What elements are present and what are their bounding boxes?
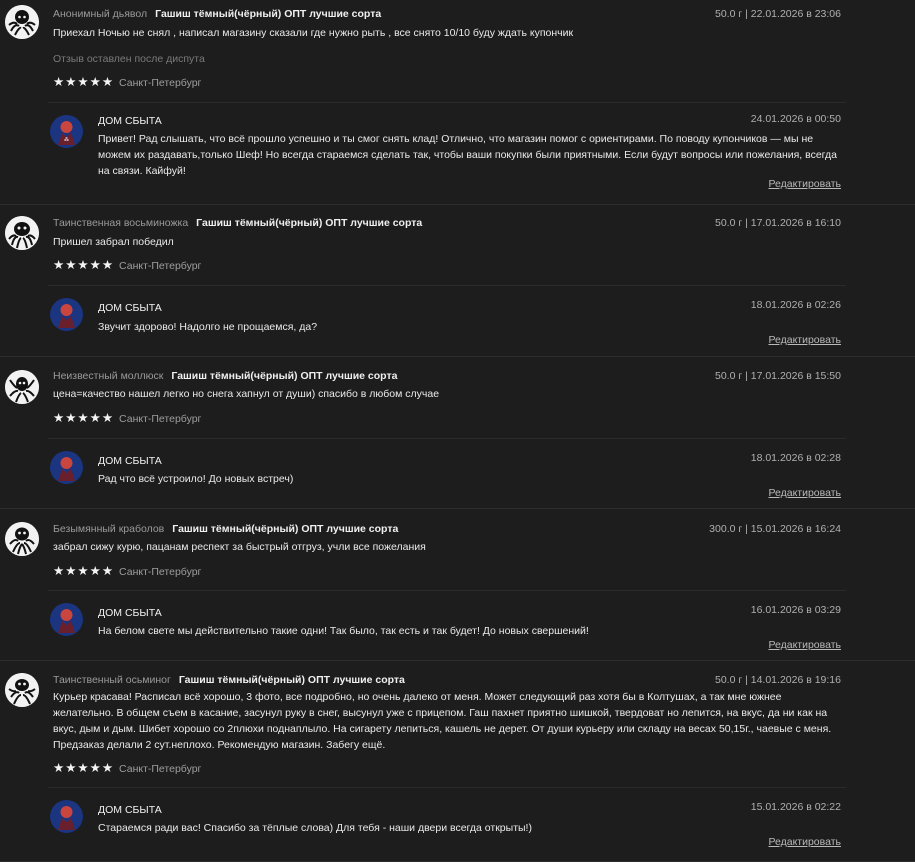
shop-name: ДОМ СБЫТА (98, 804, 162, 816)
shop-name: ДОМ СБЫТА (98, 302, 162, 314)
shop-reply: ДОМ СБЫТА 18.01.2026 в 02:26 Звучит здор… (48, 285, 846, 352)
review-product[interactable]: Гашиш тёмный(чёрный) ОПТ лучшие сорта (172, 523, 398, 535)
review-product[interactable]: Гашиш тёмный(чёрный) ОПТ лучшие сорта (171, 370, 397, 382)
edit-reply-link[interactable]: Редактировать (768, 638, 841, 652)
reply-text: Стараемся ради вас! Спасибо за тёплые сл… (98, 822, 532, 834)
shop-name: ДОМ СБЫТА (98, 455, 162, 467)
review-item: Безымянный краболов Гашиш тёмный(чёрный) … (0, 509, 915, 661)
octopus-avatar-icon (5, 673, 39, 707)
shop-avatar (50, 603, 83, 636)
reply-date: 16.01.2026 в 03:29 (750, 604, 841, 616)
shop-avatar: ⁂ (50, 115, 83, 148)
review-item: Анонимный дьявол Гашиш тёмный(чёрный) ОПТ… (0, 0, 915, 205)
octopus-avatar-icon (5, 216, 39, 250)
review-city: Санкт-Петербург (119, 260, 202, 272)
svg-text:⁂: ⁂ (64, 137, 69, 143)
review-city: Санкт-Петербург (119, 77, 202, 89)
review-dispute-note: Отзыв оставлен после диспута (53, 53, 205, 65)
octopus-avatar-icon (5, 522, 39, 556)
review-item: Таинственная восьминожка Гашиш тёмный(чёр… (0, 205, 915, 357)
shop-reply: ДОМ СБЫТА 18.01.2026 в 02:28 Рад что всё… (48, 438, 846, 503)
octopus-avatar-icon (5, 5, 39, 39)
review-product[interactable]: Гашиш тёмный(чёрный) ОПТ лучшие сорта (155, 8, 381, 20)
review-meta: 50.0 г | 17.01.2026 в 15:50 (715, 370, 841, 382)
review-meta: 50.0 г | 22.01.2026 в 23:06 (715, 8, 841, 20)
shop-name: ДОМ СБЫТА (98, 115, 162, 127)
reply-text: Рад что всё устроило! До новых встреч) (98, 473, 294, 485)
review-item: Неизвестный моллюск Гашиш тёмный(чёрный) … (0, 357, 915, 509)
review-product[interactable]: Гашиш тёмный(чёрный) ОПТ лучшие сорта (179, 674, 405, 686)
review-item: Таинственный осьминог Гашиш тёмный(чёрный… (0, 661, 915, 862)
star-rating-icon: ★★★★★ (53, 258, 115, 272)
review-rating: ★★★★★ Санкт-Петербург (53, 258, 201, 272)
review-city: Санкт-Петербург (119, 413, 202, 425)
star-rating-icon: ★★★★★ (53, 564, 115, 578)
review-author: Таинственная восьминожка (53, 217, 189, 229)
shop-name: ДОМ СБЫТА (98, 607, 162, 619)
reviews-list: Анонимный дьявол Гашиш тёмный(чёрный) ОПТ… (0, 0, 915, 862)
reply-date: 15.01.2026 в 02:22 (750, 801, 841, 813)
shop-avatar (50, 800, 83, 833)
star-rating-icon: ★★★★★ (53, 411, 115, 425)
reply-date: 18.01.2026 в 02:26 (750, 299, 841, 311)
edit-reply-link[interactable]: Редактировать (768, 177, 841, 191)
review-rating: ★★★★★ Санкт-Петербург (53, 411, 201, 425)
shop-avatar (50, 298, 83, 331)
shop-reply: ДОМ СБЫТА 15.01.2026 в 02:22 Стараемся р… (48, 787, 846, 854)
shop-avatar (50, 451, 83, 484)
review-meta: 50.0 г | 14.01.2026 в 19:16 (715, 674, 841, 686)
review-text: Курьер красава! Расписал всё хорошо, 3 ф… (53, 691, 832, 751)
review-author: Неизвестный моллюск (53, 370, 164, 382)
reply-date: 24.01.2026 в 00:50 (750, 113, 841, 125)
star-rating-icon: ★★★★★ (53, 761, 115, 775)
review-text: Приехал Ночью не снял , написал магазину… (53, 27, 574, 39)
octopus-avatar-icon (5, 370, 39, 404)
review-product[interactable]: Гашиш тёмный(чёрный) ОПТ лучшие сорта (196, 217, 422, 229)
review-text: цена=качество нашел легко но снега хапну… (53, 388, 440, 400)
review-rating: ★★★★★ Санкт-Петербург (53, 75, 201, 89)
review-text: забрал сижу курю, пацанам респект за быс… (53, 541, 426, 553)
edit-reply-link[interactable]: Редактировать (768, 835, 841, 849)
edit-reply-link[interactable]: Редактировать (768, 486, 841, 500)
review-city: Санкт-Петербург (119, 763, 202, 775)
review-author: Безымянный краболов (53, 523, 165, 535)
reply-text: Привет! Рад слышать, что всё прошло успе… (98, 133, 837, 177)
review-text: Пришел забрал победил (53, 236, 174, 248)
review-meta: 50.0 г | 17.01.2026 в 16:10 (715, 217, 841, 229)
shop-reply: ⁂ ДОМ СБЫТА 24.01.2026 в 00:50 Привет! Р… (48, 102, 846, 199)
review-rating: ★★★★★ Санкт-Петербург (53, 761, 201, 775)
edit-reply-link[interactable]: Редактировать (768, 333, 841, 347)
star-rating-icon: ★★★★★ (53, 75, 115, 89)
review-rating: ★★★★★ Санкт-Петербург (53, 564, 201, 578)
reply-text: На белом свете мы действительно такие од… (98, 625, 589, 637)
review-meta: 300.0 г | 15.01.2026 в 16:24 (709, 523, 841, 535)
review-author: Таинственный осьминог (53, 674, 171, 686)
shop-reply: ДОМ СБЫТА 16.01.2026 в 03:29 На белом св… (48, 590, 846, 655)
review-city: Санкт-Петербург (119, 566, 202, 578)
reply-date: 18.01.2026 в 02:28 (750, 452, 841, 464)
review-author: Анонимный дьявол (53, 8, 148, 20)
reply-text: Звучит здорово! Надолго не прощаемся, да… (98, 321, 318, 333)
